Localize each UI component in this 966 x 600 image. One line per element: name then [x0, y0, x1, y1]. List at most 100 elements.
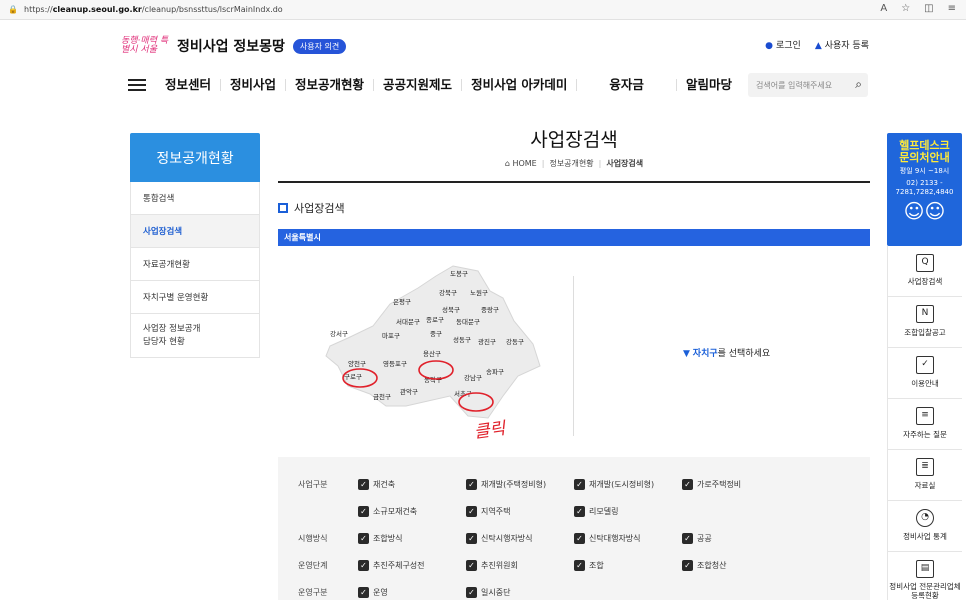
district-5[interactable]: 중랑구 — [481, 306, 499, 314]
district-15[interactable]: 용산구 — [423, 349, 441, 358]
checkbox-checked-icon[interactable]: ✓ — [358, 506, 369, 517]
quick-company-registry[interactable]: ▤ 정비사업 전문관리업체 등록현황 — [887, 552, 962, 600]
checkbox-checked-icon[interactable]: ✓ — [574, 560, 585, 571]
district-8[interactable]: 동대문구 — [456, 318, 480, 326]
site-logo[interactable]: 동행·매력 특별시 서울 정비사업 정보몽땅 사용자 의견 — [121, 36, 347, 56]
checkbox-checked-icon[interactable]: ✓ — [574, 533, 585, 544]
left-sidebar: 정보공개현황 통합검색 사업장검색 자료공개현황 자치구별 운영현황 사업장 정… — [130, 133, 260, 358]
district-13[interactable]: 광진구 — [478, 337, 496, 346]
filter-checkbox[interactable]: ✓ 추진주체구성전 — [358, 560, 466, 571]
breadcrumb-section[interactable]: 정보공개현황 — [549, 159, 593, 168]
checkbox-checked-icon[interactable]: ✓ — [358, 560, 369, 571]
filter-checkbox[interactable]: ✓ 리모델링 — [574, 506, 682, 517]
filter-checkbox[interactable]: ✓ 재개발(주택정비형) — [466, 479, 574, 490]
nav-maintenance-project[interactable]: 정비사업 — [221, 78, 287, 91]
search-icon[interactable]: ⌕ — [855, 77, 862, 92]
filter-checkbox[interactable]: ✓ 신탁시행자방식 — [466, 533, 574, 544]
hamburger-menu-icon[interactable] — [128, 79, 146, 91]
district-23[interactable]: 금천구 — [373, 392, 391, 401]
filter-checkbox[interactable]: ✓ 지역주택 — [466, 506, 574, 517]
sidebar-item-district-status[interactable]: 자치구별 운영현황 — [130, 281, 260, 314]
quick-bid-notice[interactable]: N 조합입찰공고 — [887, 297, 962, 348]
user-feedback-badge[interactable]: 사용자 의견 — [292, 38, 347, 54]
district-7[interactable]: 종로구 — [426, 316, 444, 324]
filter-checkbox[interactable]: ✓ 재건축 — [358, 479, 466, 490]
checkbox-checked-icon[interactable]: ✓ — [574, 506, 585, 517]
sidebar-item-integrated-search[interactable]: 통합검색 — [130, 182, 260, 215]
checkbox-checked-icon[interactable]: ✓ — [466, 506, 477, 517]
split-screen-icon[interactable]: ◫ — [924, 3, 933, 14]
checkbox-checked-icon[interactable]: ✓ — [682, 560, 693, 571]
district-21[interactable]: 강남구 — [464, 373, 482, 382]
district-1[interactable]: 강북구 — [439, 288, 457, 297]
nav-info-center[interactable]: 정보센터 — [156, 78, 222, 91]
quick-library[interactable]: ≣ 자료실 — [887, 450, 962, 501]
nav-info-disclosure[interactable]: 정보공개현황 — [286, 78, 375, 91]
checkbox-checked-icon[interactable]: ✓ — [466, 479, 477, 490]
helpdesk-banner[interactable]: 헬프데스크 문의처안내 평일 9시 ~18시 02) 2133 - 7281,7… — [887, 133, 962, 246]
favorite-star-icon[interactable]: ☆ — [901, 3, 910, 14]
breadcrumb-home[interactable]: HOME — [512, 159, 536, 168]
page-title: 사업장검색 — [530, 129, 618, 151]
checkbox-checked-icon[interactable]: ✓ — [466, 587, 477, 598]
search-input[interactable]: 검색어를 입력해주세요 ⌕ — [748, 73, 868, 97]
checkbox-checked-icon[interactable]: ✓ — [682, 533, 693, 544]
filter-checkbox[interactable]: ✓ 조합청산 — [682, 560, 790, 571]
nav-loan[interactable]: 융자금 — [577, 78, 677, 91]
quick-workplace-search[interactable]: Q 사업장검색 — [887, 246, 962, 297]
district-12[interactable]: 성동구 — [453, 335, 471, 344]
district-24[interactable]: 관악구 — [400, 387, 418, 396]
quick-statistics[interactable]: ◔ 정비사업 통계 — [887, 501, 962, 552]
district-19[interactable]: 구로구 — [344, 373, 362, 381]
filter-checkbox[interactable]: ✓ 추진위원회 — [466, 560, 574, 571]
register-link[interactable]: ▲ 사용자 등록 — [815, 38, 869, 51]
district-4[interactable]: 성북구 — [442, 305, 460, 314]
filter-checkbox[interactable]: ✓ 재개발(도시정비형) — [574, 479, 682, 490]
sidebar-item-contact-status[interactable]: 사업장 정보공개 담당자 현황 — [130, 314, 260, 358]
nav-academy[interactable]: 정비사업 아카데미 — [462, 78, 578, 91]
login-link[interactable]: ● 로그인 — [765, 38, 801, 51]
quick-faq[interactable]: ≡ 자주하는 질문 — [887, 399, 962, 450]
url-text[interactable]: https://cleanup.seoul.go.kr/cleanup/bsns… — [24, 5, 283, 14]
filter-checkbox[interactable]: ✓ 공공 — [682, 533, 790, 544]
guide-doc-icon: ✓ — [916, 356, 934, 374]
map-divider — [573, 276, 574, 436]
checkbox-checked-icon[interactable]: ✓ — [466, 533, 477, 544]
filter-checkbox[interactable]: ✓ 조합 — [574, 560, 682, 571]
sidebar-item-workplace-search[interactable]: 사업장검색 — [130, 215, 260, 248]
checkbox-checked-icon[interactable]: ✓ — [358, 479, 369, 490]
checkbox-checked-icon[interactable]: ✓ — [682, 479, 693, 490]
filter-checkbox[interactable]: ✓ 일시중단 — [466, 587, 574, 598]
filter-checkbox[interactable]: ✓ 소규모재건축 — [358, 506, 466, 517]
checkbox-checked-icon[interactable]: ✓ — [574, 479, 585, 490]
district-10[interactable]: 마포구 — [382, 331, 400, 340]
browser-address-bar[interactable]: 🔒 https://cleanup.seoul.go.kr/cleanup/bs… — [0, 0, 966, 20]
read-aloud-icon[interactable]: A — [880, 3, 887, 14]
checkbox-checked-icon[interactable]: ✓ — [358, 587, 369, 598]
district-18[interactable]: 송파구 — [486, 367, 504, 376]
sidebar-item-data-disclosure[interactable]: 자료공개현황 — [130, 248, 260, 281]
filter-checkbox[interactable]: ✓ 가로주택정비 — [682, 479, 790, 490]
region-bar: 서울특별시 — [278, 229, 870, 246]
home-icon[interactable]: ⌂ — [505, 159, 510, 168]
nav-notice[interactable]: 알림마당 — [677, 78, 741, 91]
district-6[interactable]: 서대문구 — [396, 317, 420, 326]
district-11[interactable]: 중구 — [430, 330, 442, 338]
filter-checkbox[interactable]: ✓ 신탁대행자방식 — [574, 533, 682, 544]
district-0[interactable]: 도봉구 — [450, 270, 468, 278]
nav-public-support[interactable]: 공공지원제도 — [374, 78, 463, 91]
district-9[interactable]: 강서구 — [330, 329, 348, 338]
district-3[interactable]: 은평구 — [393, 297, 411, 306]
checkbox-checked-icon[interactable]: ✓ — [358, 533, 369, 544]
filter-checkbox[interactable]: ✓ 조합방식 — [358, 533, 466, 544]
favorites-list-icon[interactable]: ≡ — [948, 3, 956, 14]
district-2[interactable]: 노원구 — [470, 288, 488, 297]
district-14[interactable]: 강동구 — [506, 337, 524, 346]
quick-usage-guide[interactable]: ✓ 이용안내 — [887, 348, 962, 399]
district-17[interactable]: 영등포구 — [383, 359, 407, 368]
filter-checkbox[interactable]: ✓ 운영 — [358, 587, 466, 598]
filter-panel: 사업구분 ✓ 재건축 ✓ 재개발(주택정비형) ✓ 재개발(도시정비형) ✓ 가로주택정비 ✓ 소규… — [278, 457, 870, 600]
search-doc-icon: Q — [916, 254, 934, 272]
district-16[interactable]: 양천구 — [348, 359, 366, 368]
checkbox-checked-icon[interactable]: ✓ — [466, 560, 477, 571]
